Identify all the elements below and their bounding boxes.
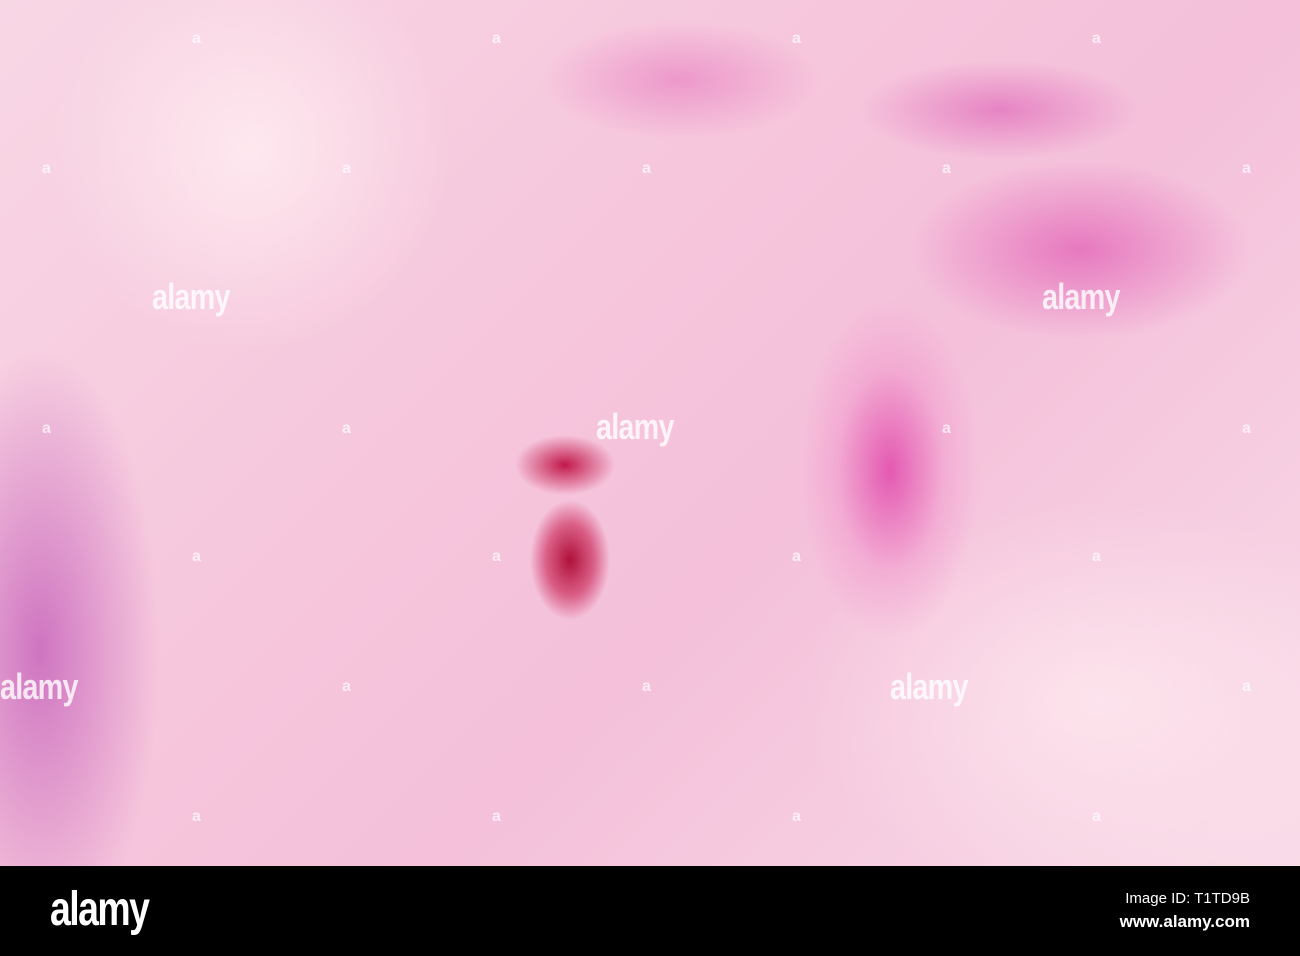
watermark-marker: a bbox=[792, 808, 801, 825]
watermark: alamy bbox=[152, 276, 230, 317]
footer-bar: alamy Image ID: T1TD9B www.alamy.com bbox=[0, 866, 1300, 956]
watermark-marker: a bbox=[1242, 420, 1251, 437]
watermark-marker: a bbox=[342, 420, 351, 437]
watermark-marker: a bbox=[192, 808, 201, 825]
watermark-marker: a bbox=[492, 808, 501, 825]
watermark-marker: a bbox=[642, 678, 651, 695]
watermark-marker: a bbox=[942, 420, 951, 437]
watermark-marker: a bbox=[492, 548, 501, 565]
flower-photo: alamy alamy alamy alamy alamy a a a a a … bbox=[0, 0, 1300, 866]
watermark: alamy bbox=[0, 666, 78, 707]
watermark-marker: a bbox=[492, 30, 501, 47]
website-link[interactable]: www.alamy.com bbox=[1120, 912, 1250, 932]
watermark: alamy bbox=[890, 666, 968, 707]
watermark-marker: a bbox=[1242, 678, 1251, 695]
watermark-marker: a bbox=[792, 548, 801, 565]
watermark-marker: a bbox=[1092, 30, 1101, 47]
watermark-marker: a bbox=[642, 160, 651, 177]
watermark-marker: a bbox=[192, 548, 201, 565]
watermark-marker: a bbox=[1092, 808, 1101, 825]
watermark-marker: a bbox=[1092, 548, 1101, 565]
watermark-marker: a bbox=[342, 160, 351, 177]
watermark-marker: a bbox=[342, 678, 351, 695]
watermark-marker: a bbox=[1242, 160, 1251, 177]
watermark-marker: a bbox=[192, 30, 201, 47]
watermark-marker: a bbox=[42, 420, 51, 437]
watermark: alamy bbox=[1042, 276, 1120, 317]
watermark: alamy bbox=[596, 406, 674, 447]
image-id: Image ID: T1TD9B bbox=[1125, 890, 1250, 907]
watermark-marker: a bbox=[42, 160, 51, 177]
watermark-marker: a bbox=[942, 160, 951, 177]
alamy-logo: alamy bbox=[50, 883, 150, 936]
watermark-marker: a bbox=[792, 30, 801, 47]
